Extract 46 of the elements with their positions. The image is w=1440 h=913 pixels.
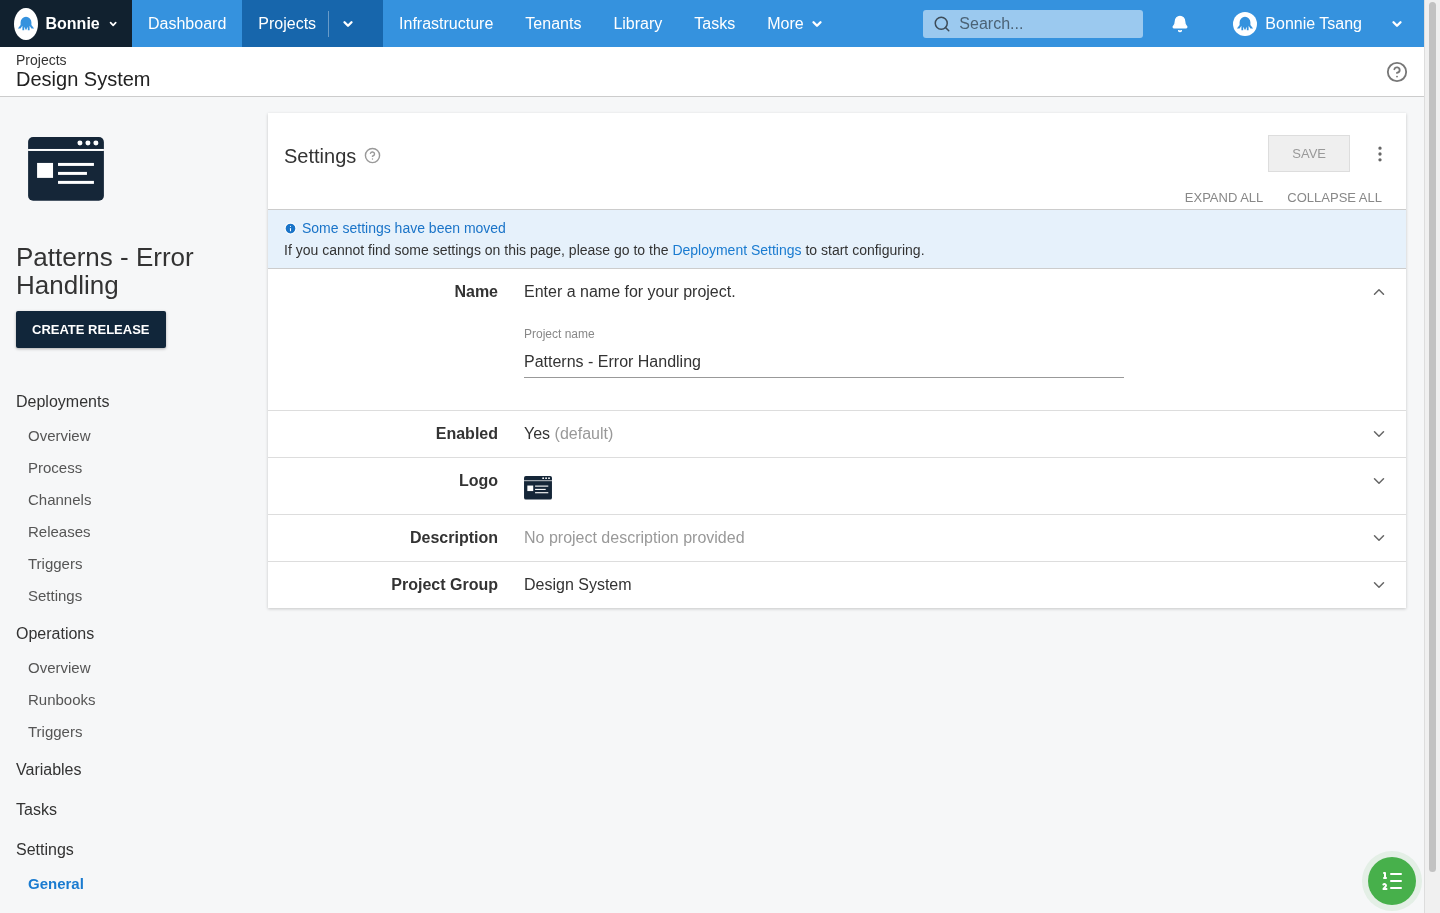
field-label: Project name [524, 327, 596, 341]
search-field[interactable]: Search... [923, 9, 1144, 38]
sidebar-item[interactable]: Triggers [16, 723, 252, 756]
octopus-icon [1236, 14, 1255, 33]
project-name: Patterns - Error Handling [16, 242, 195, 299]
breadcrumb-link[interactable]: Projects [16, 52, 151, 68]
setting-label: Name [453, 283, 499, 302]
sidebar-item[interactable]: General [16, 875, 252, 908]
sidebar-item[interactable]: Triggers [16, 555, 252, 588]
setting-value: No project description provided [524, 528, 746, 547]
sidebar-section[interactable]: Variables [16, 759, 252, 800]
numbered-list-icon [1380, 869, 1404, 893]
expand-all-link[interactable]: EXPAND ALL [1184, 190, 1264, 205]
page-title: Design System [16, 68, 151, 91]
nav-tab[interactable]: Projects [242, 0, 384, 47]
sidebar-section[interactable]: Tasks [16, 799, 252, 840]
help-icon[interactable] [364, 147, 382, 164]
space-switcher[interactable]: Bonnie [0, 0, 132, 47]
browser-window-icon [524, 476, 552, 500]
create-release-button[interactable]: CREATE RELEASE [16, 310, 166, 348]
octopus-icon [16, 14, 35, 33]
sidebar-item[interactable]: Overview [16, 659, 252, 692]
setting-description: Enter a name for your project. [524, 283, 737, 301]
setting-label: Logo [457, 472, 499, 491]
sidebar-item[interactable]: Channels [16, 491, 252, 524]
card-title: Settings [284, 145, 357, 168]
bell-icon[interactable] [1171, 14, 1190, 33]
setting-label: Project Group [390, 575, 499, 594]
setting-value: Yes (default) [524, 425, 615, 443]
collapse-all-link[interactable]: COLLAPSE ALL [1287, 190, 1382, 205]
help-icon[interactable] [1386, 60, 1408, 83]
sidebar-item[interactable]: Process [16, 459, 252, 492]
info-icon [284, 221, 297, 235]
sidebar-item[interactable]: Settings [16, 587, 252, 620]
sidebar-item[interactable]: Runbooks [16, 691, 252, 724]
setting-label: Enabled [434, 425, 499, 443]
browser-window-icon [28, 137, 104, 201]
setting-value: Design System [524, 575, 633, 594]
banner-text: If you cannot find some settings on this page, please go to the Deployment Settings to start configuring. [284, 242, 926, 258]
sidebar-item[interactable]: Releases [16, 523, 252, 556]
banner-title: Some settings have been moved [302, 220, 506, 236]
sidebar-item[interactable]: Overview [16, 427, 252, 460]
setting-label: Description [409, 528, 499, 547]
numbered-list-button[interactable] [1368, 857, 1416, 905]
deployment-settings-link[interactable]: Deployment Settings [672, 242, 802, 258]
scrollbar[interactable] [1424, 0, 1440, 913]
